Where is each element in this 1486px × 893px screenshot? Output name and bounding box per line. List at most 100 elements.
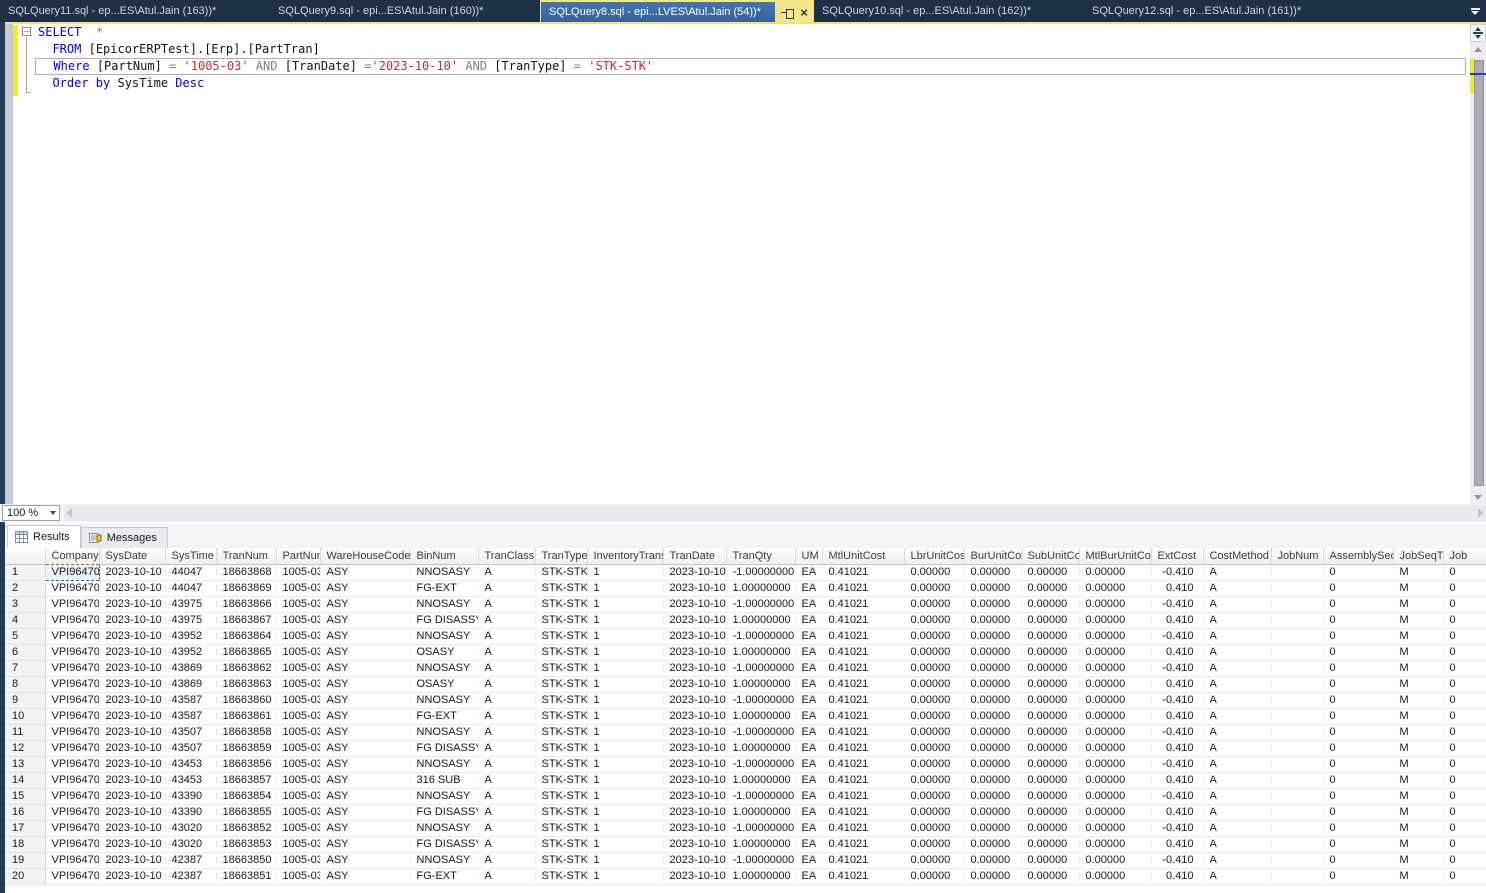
grid-cell[interactable]: EA [795,644,822,660]
grid-cell[interactable]: 0.410 [1151,580,1203,596]
grid-cell[interactable]: EA [795,740,822,756]
grid-cell[interactable]: -0.410 [1151,628,1203,644]
grid-cell[interactable]: 0.00000 [1021,788,1079,804]
grid-cell[interactable]: 0 [1443,740,1486,756]
grid-cell[interactable] [1271,756,1323,772]
grid-cell[interactable]: EA [795,628,822,644]
code-line[interactable]: FROM [EpicorERPTest].[Erp].[PartTran] [35,41,1466,58]
grid-cell[interactable]: 1.00000000 [726,708,795,724]
grid-cell[interactable]: -1.00000000 [726,788,795,804]
grid-cell[interactable]: A [1203,756,1271,772]
code-line-current[interactable]: Where [PartNum] = '1005-03' AND [TranDat… [35,58,1466,75]
row-header[interactable]: 16 [5,804,45,820]
grid-cell[interactable]: A [478,708,535,724]
grid-cell[interactable]: 0.410 [1151,868,1203,884]
grid-cell[interactable]: ASY [320,820,410,836]
grid-cell[interactable]: -0.410 [1151,660,1203,676]
grid-cell[interactable]: 2023-10-10 [99,804,165,820]
grid-cell[interactable]: ASY [320,628,410,644]
grid-cell[interactable]: STK-STK [535,692,587,708]
grid-cell[interactable]: 1 [587,692,663,708]
grid-cell[interactable]: A [478,660,535,676]
grid-cell[interactable]: A [1203,628,1271,644]
grid-cell[interactable]: 1005-03 [276,836,320,852]
grid-cell[interactable]: M [1393,772,1443,788]
grid-cell[interactable]: 18663854 [216,788,276,804]
document-tab[interactable]: SQLQuery11.sql - ep...ES\Atul.Jain (163)… [0,0,270,22]
grid-cell[interactable]: VPI96470 [45,804,99,820]
scroll-up-button[interactable] [1470,42,1486,56]
grid-cell[interactable]: 0.00000 [904,804,964,820]
column-header[interactable]: MtlBurUnitCost [1079,548,1151,564]
grid-cell[interactable]: 18663857 [216,772,276,788]
grid-cell[interactable]: NNOSASY [410,692,478,708]
grid-cell[interactable]: ASY [320,692,410,708]
column-header[interactable]: Job [1443,548,1486,564]
grid-cell[interactable]: 0.00000 [904,852,964,868]
grid-cell[interactable]: 43390 [165,788,216,804]
grid-cell[interactable]: 0 [1323,708,1393,724]
grid-cell[interactable]: 0.41021 [822,836,904,852]
grid-cell[interactable]: 0.00000 [964,692,1021,708]
grid-cell[interactable]: 1 [587,772,663,788]
grid-cell[interactable]: 1 [587,612,663,628]
grid-cell[interactable]: FG-EXT [410,868,478,884]
grid-cell[interactable]: 1005-03 [276,692,320,708]
column-header[interactable]: JobSeqType [1393,548,1443,564]
grid-cell[interactable]: M [1393,724,1443,740]
grid-cell[interactable]: A [1203,676,1271,692]
grid-cell[interactable]: 0 [1443,836,1486,852]
grid-cell[interactable]: 2023-10-10 [663,596,726,612]
grid-cell[interactable]: 2023-10-10 [99,772,165,788]
grid-cell[interactable]: 0.00000 [904,724,964,740]
editor-splitter-grip[interactable] [1470,24,1486,42]
grid-cell[interactable]: 18663853 [216,836,276,852]
grid-cell[interactable]: 0.00000 [1021,772,1079,788]
grid-cell[interactable]: A [1203,644,1271,660]
grid-cell[interactable]: 43952 [165,644,216,660]
grid-cell[interactable]: 2023-10-10 [663,772,726,788]
grid-cell[interactable]: STK-STK [535,740,587,756]
grid-cell[interactable]: 0 [1323,804,1393,820]
grid-cell[interactable]: 0.00000 [1079,644,1151,660]
grid-cell[interactable]: 1 [587,628,663,644]
grid-cell[interactable]: 0.41021 [822,564,904,580]
grid-cell[interactable]: 0.00000 [964,580,1021,596]
grid-cell[interactable]: 1005-03 [276,804,320,820]
grid-cell[interactable]: 0.00000 [1079,580,1151,596]
grid-cell[interactable]: 18663851 [216,868,276,884]
grid-cell[interactable]: STK-STK [535,580,587,596]
grid-cell[interactable]: A [1203,708,1271,724]
grid-cell[interactable]: 2023-10-10 [99,564,165,580]
grid-cell[interactable]: 2023-10-10 [663,660,726,676]
grid-cell[interactable]: 0.41021 [822,820,904,836]
grid-cell[interactable]: 1 [587,740,663,756]
grid-cell[interactable]: 18663863 [216,676,276,692]
grid-cell[interactable]: 0.00000 [1079,676,1151,692]
grid-cell[interactable]: EA [795,564,822,580]
grid-cell[interactable]: 0.00000 [1021,724,1079,740]
grid-cell[interactable]: 0.41021 [822,676,904,692]
grid-cell[interactable]: 0.00000 [1021,612,1079,628]
grid-cell[interactable]: 0 [1443,660,1486,676]
grid-cell[interactable]: VPI96470 [45,820,99,836]
grid-cell[interactable]: A [478,644,535,660]
grid-cell[interactable] [1271,820,1323,836]
column-header[interactable]: InventoryTrans [587,548,663,564]
grid-cell[interactable]: STK-STK [535,804,587,820]
grid-cell[interactable]: VPI96470 [45,580,99,596]
grid-cell[interactable]: 1005-03 [276,596,320,612]
grid-cell[interactable]: 1 [587,644,663,660]
grid-cell[interactable]: 2023-10-10 [99,612,165,628]
tab-list-dropdown-button[interactable] [1464,0,1486,22]
grid-cell[interactable]: 0 [1323,628,1393,644]
grid-cell[interactable]: 43390 [165,804,216,820]
grid-cell[interactable]: 18663850 [216,852,276,868]
grid-cell[interactable]: 1.00000000 [726,772,795,788]
zoom-level-combobox[interactable]: 100 % [2,505,60,521]
grid-cell[interactable]: 44047 [165,580,216,596]
grid-cell[interactable]: 1 [587,564,663,580]
column-header[interactable]: SysTime [165,548,216,564]
grid-cell[interactable]: 0.00000 [904,676,964,692]
grid-cell[interactable]: 1005-03 [276,852,320,868]
